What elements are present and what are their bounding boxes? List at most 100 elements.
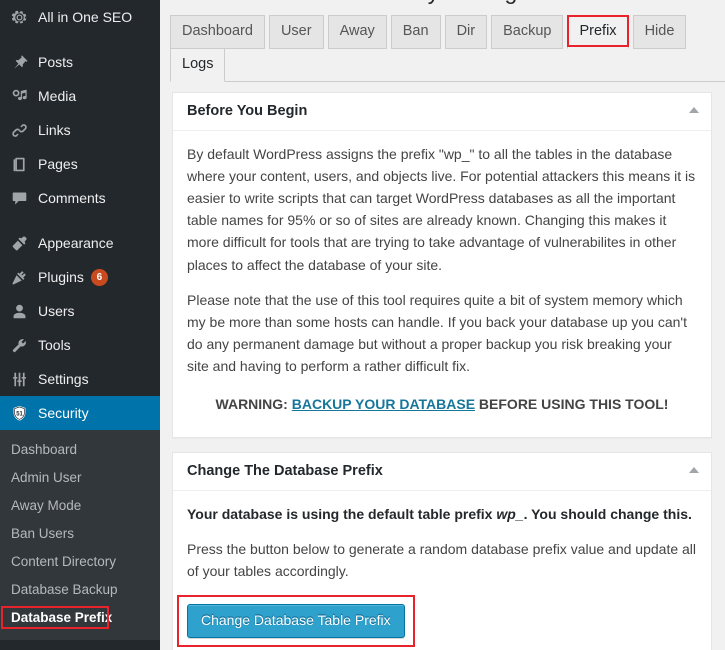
tab-ban[interactable]: Ban bbox=[390, 15, 441, 49]
wrench-icon bbox=[8, 335, 30, 355]
sidebar-item-label: Appearance bbox=[38, 235, 114, 251]
tab-label: Logs bbox=[182, 56, 214, 72]
submenu-item-content-directory[interactable]: Content Directory bbox=[0, 548, 160, 576]
sidebar-item-media[interactable]: Media bbox=[0, 79, 160, 113]
plug-icon bbox=[8, 267, 30, 287]
tab-away[interactable]: Away bbox=[327, 15, 387, 49]
tab-label: User bbox=[280, 23, 312, 39]
submenu-item-dashboard[interactable]: Dashboard bbox=[0, 436, 160, 464]
admin-sidebar: All in One SEO Posts Media Links Pages Commen… bbox=[0, 0, 160, 650]
submenu-item-label: Database Backup bbox=[11, 582, 118, 597]
tab-label: Backup bbox=[503, 23, 552, 39]
sidebar-item-label: Links bbox=[38, 122, 71, 138]
change-database-table-prefix-button[interactable]: Change Database Table Prefix bbox=[187, 603, 405, 638]
current-prefix-value: wp_ bbox=[496, 506, 524, 523]
sidebar-item-label: Settings bbox=[38, 371, 89, 387]
sidebar-item-comments[interactable]: Comments bbox=[0, 181, 160, 215]
warning-lead: WARNING: bbox=[215, 396, 292, 413]
status-lead: Your database is using the default table… bbox=[187, 506, 497, 523]
intro-paragraph-1: By default WordPress assigns the prefix … bbox=[187, 146, 696, 273]
menu-separator bbox=[0, 215, 160, 226]
chevron-up-icon[interactable] bbox=[689, 107, 699, 113]
sidebar-item-security[interactable]: 51 Security bbox=[0, 396, 160, 430]
submenu-item-label: Dashboard bbox=[11, 442, 78, 457]
tab-label: Prefix bbox=[579, 23, 617, 39]
sidebar-item-posts[interactable]: Posts bbox=[0, 45, 160, 79]
sidebar-item-appearance[interactable]: Appearance bbox=[0, 226, 160, 260]
submenu-item-ban-users[interactable]: Ban Users bbox=[0, 520, 160, 548]
brush-icon bbox=[8, 233, 30, 253]
page-title-clip: Security Settings bbox=[160, 0, 725, 15]
tab-label: Away bbox=[339, 23, 375, 39]
menu-separator bbox=[0, 34, 160, 45]
sidebar-item-label: Security bbox=[38, 405, 89, 421]
sliders-icon bbox=[8, 369, 30, 389]
panel-title: Change The Database Prefix bbox=[187, 463, 383, 480]
chevron-up-icon[interactable] bbox=[689, 467, 699, 474]
panel-header-change-database-prefix[interactable]: Change The Database Prefix bbox=[173, 453, 711, 492]
link-icon bbox=[8, 120, 30, 140]
sidebar-item-pages[interactable]: Pages bbox=[0, 147, 160, 181]
gear-icon bbox=[8, 7, 30, 27]
sidebar-item-label: Plugins bbox=[38, 269, 84, 285]
intro-paragraph-2: Please note that the use of this tool re… bbox=[187, 291, 687, 374]
panel-header-before-you-begin[interactable]: Before You Begin bbox=[173, 93, 711, 131]
sidebar-item-label: All in One SEO bbox=[38, 9, 133, 25]
page-title: Security Settings bbox=[160, 0, 725, 5]
submenu-item-database-prefix[interactable]: Database Prefix bbox=[0, 604, 160, 632]
backup-database-link[interactable]: BACKUP YOUR DATABASE bbox=[292, 396, 475, 412]
sidebar-item-label: Tools bbox=[38, 337, 71, 353]
tab-row-primary: Dashboard User Away Ban Dir Backup Prefix Hide bbox=[170, 15, 725, 49]
panels-container: Before You Begin By default WordPress as… bbox=[160, 82, 725, 650]
tab-dir[interactable]: Dir bbox=[444, 15, 488, 49]
sidebar-item-label: Users bbox=[38, 303, 75, 319]
panel-body-change-database-prefix: Your database is using the default table… bbox=[173, 491, 711, 650]
submenu-item-admin-user[interactable]: Admin User bbox=[0, 464, 160, 492]
instruction-text: Press the button below to generate a ran… bbox=[187, 541, 697, 580]
tab-row-secondary: Logs bbox=[170, 48, 725, 82]
sidebar-item-label: Posts bbox=[38, 54, 74, 70]
submenu-item-away-mode[interactable]: Away Mode bbox=[0, 492, 160, 520]
submenu-item-label: Database Prefix bbox=[11, 610, 113, 625]
tab-logs[interactable]: Logs bbox=[170, 48, 226, 82]
admin-menu: All in One SEO Posts Media Links Pages Commen… bbox=[0, 0, 160, 430]
comment-icon bbox=[8, 188, 30, 208]
sidebar-item-plugins[interactable]: Plugins 6 bbox=[0, 260, 160, 294]
tab-user[interactable]: User bbox=[268, 15, 324, 49]
user-icon bbox=[8, 301, 30, 321]
sidebar-item-tools[interactable]: Tools bbox=[0, 328, 160, 362]
media-icon bbox=[8, 86, 30, 106]
panel-before-you-begin: Before You Begin By default WordPress as… bbox=[172, 92, 712, 439]
submenu-item-label: Away Mode bbox=[11, 498, 82, 513]
sidebar-item-settings[interactable]: Settings bbox=[0, 362, 160, 396]
panel-title: Before You Begin bbox=[187, 103, 308, 119]
change-prefix-button-wrap: Change Database Table Prefix bbox=[177, 594, 415, 647]
sidebar-item-label: Pages bbox=[38, 156, 78, 172]
shield-icon: 51 bbox=[8, 403, 30, 423]
sidebar-item-label: Media bbox=[38, 88, 77, 104]
tab-bar: Dashboard User Away Ban Dir Backup Prefix Hide … bbox=[160, 15, 725, 82]
status-tail: . You should change this. bbox=[523, 506, 692, 523]
submenu-item-database-backup[interactable]: Database Backup bbox=[0, 576, 160, 604]
sidebar-item-links[interactable]: Links bbox=[0, 113, 160, 147]
tab-label: Dashboard bbox=[182, 23, 253, 39]
submenu-item-label: Content Directory bbox=[11, 554, 117, 569]
tab-backup[interactable]: Backup bbox=[491, 15, 564, 49]
tab-label: Hide bbox=[644, 23, 675, 39]
svg-text:51: 51 bbox=[16, 411, 23, 417]
tab-label: Ban bbox=[402, 23, 429, 39]
sidebar-item-all-in-one-seo[interactable]: All in One SEO bbox=[0, 0, 160, 34]
pages-icon bbox=[8, 154, 30, 174]
sidebar-item-users[interactable]: Users bbox=[0, 294, 160, 328]
tab-prefix[interactable]: Prefix bbox=[567, 15, 629, 49]
pin-icon bbox=[8, 52, 30, 72]
tab-dashboard[interactable]: Dashboard bbox=[170, 15, 265, 49]
submenu-item-label: Ban Users bbox=[11, 526, 75, 541]
panel-change-database-prefix: Change The Database Prefix Your database… bbox=[172, 452, 712, 650]
backup-warning: WARNING: BACKUP YOUR DATABASE BEFORE USI… bbox=[187, 393, 697, 415]
main-content-area: Security Settings Dashboard User Away Ban Di… bbox=[160, 0, 725, 650]
update-count-badge: 6 bbox=[90, 268, 108, 286]
current-prefix-status: Your database is using the default table… bbox=[187, 503, 697, 525]
tab-hide[interactable]: Hide bbox=[632, 15, 687, 49]
wordpress-admin-screen: All in One SEO Posts Media Links Pages Commen… bbox=[0, 0, 725, 650]
